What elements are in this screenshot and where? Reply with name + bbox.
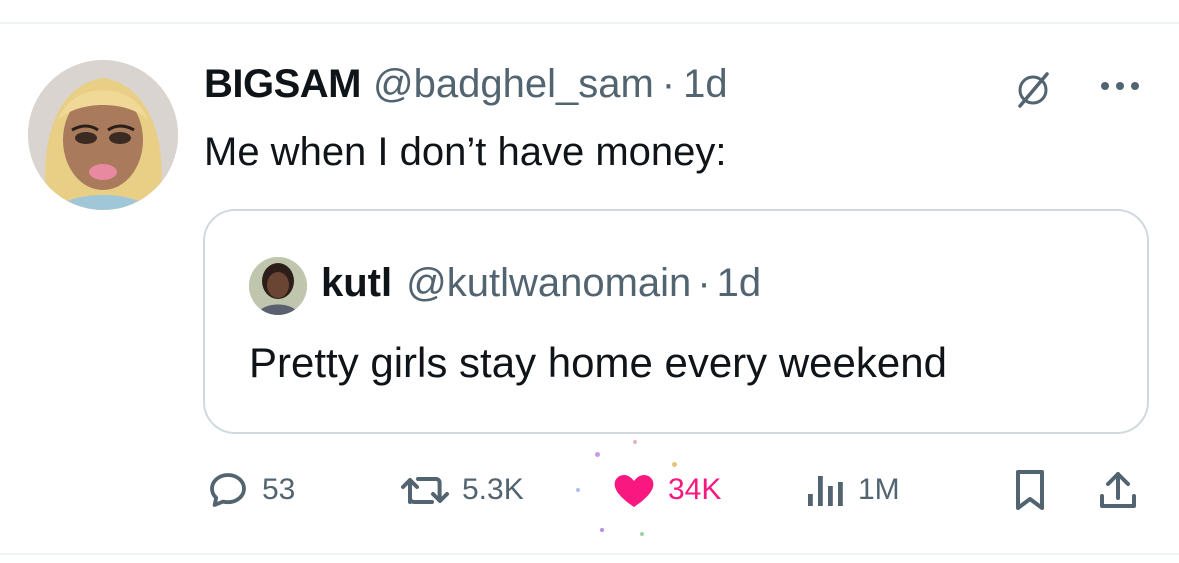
tweet-header: BIGSAM @badghel_sam · 1d bbox=[204, 62, 728, 112]
quoted-avatar-image bbox=[249, 257, 307, 315]
bottom-divider bbox=[0, 553, 1179, 555]
sparkle-dot bbox=[576, 488, 580, 492]
quoted-author-name[interactable]: kutl bbox=[321, 261, 392, 306]
share-upload-icon bbox=[1100, 472, 1136, 508]
reply-bubble-icon bbox=[210, 473, 246, 507]
sparkle-dot bbox=[595, 452, 600, 457]
quoted-tweet-header: kutl @kutlwanomain · 1d bbox=[321, 261, 761, 306]
bookmark-button[interactable] bbox=[1010, 460, 1050, 520]
top-divider bbox=[0, 22, 1179, 24]
author-avatar[interactable] bbox=[28, 60, 178, 210]
quoted-tweet-card[interactable]: kutl @kutlwanomain · 1d Pretty girls sta… bbox=[203, 209, 1149, 434]
quoted-author-handle[interactable]: @kutlwanomain bbox=[406, 261, 691, 306]
separator-dot: · bbox=[661, 62, 676, 106]
quoted-timestamp[interactable]: 1d bbox=[717, 261, 762, 306]
sparkle-dot bbox=[633, 440, 637, 444]
quoted-tweet-text: Pretty girls stay home every weekend bbox=[249, 339, 947, 386]
reply-button[interactable]: 53 bbox=[204, 460, 295, 520]
quoted-author-avatar[interactable] bbox=[249, 257, 307, 315]
author-name[interactable]: BIGSAM bbox=[204, 62, 362, 107]
like-button[interactable]: 34K bbox=[610, 460, 721, 520]
more-dots-icon[interactable] bbox=[1095, 76, 1145, 96]
bookmark-icon bbox=[1016, 470, 1044, 510]
repost-arrows-icon bbox=[401, 477, 449, 504]
views-bar-chart-icon bbox=[808, 476, 843, 506]
share-button[interactable] bbox=[1096, 460, 1140, 520]
repost-count: 5.3K bbox=[462, 473, 524, 506]
quoted-separator-dot: · bbox=[697, 261, 711, 305]
grok-icon[interactable] bbox=[1013, 70, 1053, 110]
view-count: 1M bbox=[858, 473, 900, 506]
avatar-image bbox=[28, 60, 178, 210]
reply-count: 53 bbox=[262, 473, 296, 506]
repost-button[interactable]: 5.3K bbox=[398, 460, 524, 520]
author-handle[interactable]: @badghel_sam bbox=[373, 62, 654, 107]
tweet-text: Me when I don’t have money: bbox=[204, 130, 727, 174]
heart-icon bbox=[614, 475, 654, 507]
action-bar: 53 5.3K 34K 1M bbox=[0, 440, 1179, 536]
like-count: 34K bbox=[668, 473, 722, 506]
tweet-timestamp[interactable]: 1d bbox=[683, 62, 728, 107]
views-button[interactable]: 1M bbox=[804, 460, 900, 520]
sparkle-dot bbox=[600, 528, 604, 532]
sparkle-dot bbox=[640, 532, 644, 536]
